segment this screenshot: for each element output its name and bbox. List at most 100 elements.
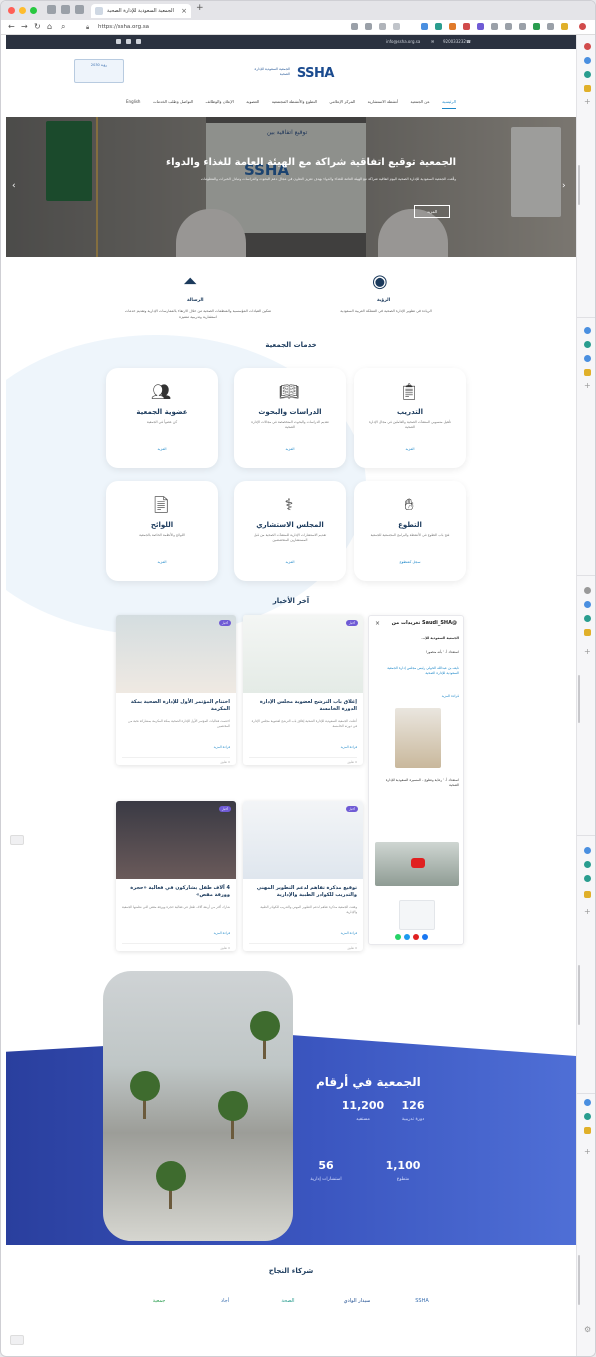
- twitter-share-icon[interactable]: [404, 934, 410, 940]
- news-title[interactable]: إغلاق باب الترشح لعضوية مجلس الإدارة الد…: [249, 699, 357, 713]
- extension-icon-6[interactable]: [491, 23, 498, 30]
- hero-more-button[interactable]: المزيد: [414, 205, 450, 218]
- scrollbar[interactable]: [578, 1255, 580, 1305]
- scrollbar[interactable]: [578, 675, 580, 723]
- sidebar-app-icon-11[interactable]: [584, 615, 591, 622]
- youtube-icon[interactable]: [136, 39, 141, 44]
- sidebar-app-icon-7[interactable]: [584, 355, 591, 362]
- nav-jobs[interactable]: الإعلان والوظائف: [205, 99, 233, 109]
- topbar-email[interactable]: info@ssha.org.sa: [386, 37, 420, 46]
- news-card[interactable]: أخبار توقيع مذكرة تفاهم لدعم التطوير الم…: [243, 801, 363, 951]
- news-card[interactable]: أخبار 4 آلاف طفل يشاركون في فعالية «حجرة…: [116, 801, 236, 951]
- extension-icon-8[interactable]: [519, 23, 526, 30]
- topbar-phone[interactable]: 920033232: [443, 37, 466, 46]
- extension-icon-11[interactable]: [561, 23, 568, 30]
- bookmark-icon[interactable]: [393, 23, 400, 30]
- sidebar-app-icon-12[interactable]: [584, 629, 591, 636]
- partner-logo[interactable]: الصحة: [268, 1293, 308, 1309]
- nav-media[interactable]: المركز الإعلامي: [329, 99, 355, 109]
- back-icon[interactable]: ←: [8, 22, 15, 31]
- service-link[interactable]: المزيد: [234, 560, 346, 564]
- new-tab-button[interactable]: +: [196, 3, 204, 13]
- tab-ssha[interactable]: الجمعية السعودية للإدارة الصحية ×: [91, 4, 191, 18]
- tweet-video[interactable]: [375, 842, 459, 886]
- nav-volunteering[interactable]: التطوع والأنشطة المجتمعية: [272, 99, 317, 109]
- service-card-membership[interactable]: 👥︎ عضوية الجمعية كن عضواً في الجمعية الم…: [106, 368, 218, 468]
- translate-icon[interactable]: [351, 23, 358, 30]
- service-link[interactable]: المزيد: [106, 447, 218, 451]
- extension-icon-2[interactable]: [435, 23, 442, 30]
- nav-about[interactable]: عن الجمعية: [411, 99, 430, 109]
- url-field[interactable]: 🔒︎ https://ssha.org.sa: [86, 22, 336, 33]
- extension-icon-10[interactable]: [547, 23, 554, 30]
- instagram-icon[interactable]: [126, 39, 131, 44]
- profile-icon[interactable]: [579, 23, 586, 30]
- play-icon[interactable]: [411, 858, 425, 868]
- sidebar-add-icon-4[interactable]: +: [584, 907, 591, 916]
- partner-logo[interactable]: سيدار الوادي: [334, 1293, 380, 1309]
- share-icon[interactable]: [379, 23, 386, 30]
- search-icon[interactable]: ⌕: [61, 22, 65, 32]
- news-read-more[interactable]: قراءة المزيد: [214, 745, 230, 749]
- news-title[interactable]: اختتام المؤتمر الأول للإدارة الصحية بمكة…: [122, 699, 230, 713]
- nav-contact[interactable]: التواصل وطلب الخدمات: [153, 99, 193, 109]
- sidebar-app-icon-19[interactable]: [584, 1127, 591, 1134]
- sidebar-app-icon-2[interactable]: [584, 57, 591, 64]
- shield-icon[interactable]: [47, 5, 56, 14]
- sidebar-icon[interactable]: [75, 5, 84, 14]
- minimize-window-button[interactable]: [19, 7, 26, 14]
- service-card-council[interactable]: ⚕︎ المجلس الاستشاري تقديم الاستشارات الإ…: [234, 481, 346, 581]
- extension-icon-9[interactable]: [533, 23, 540, 30]
- news-read-more[interactable]: قراءة المزيد: [214, 931, 230, 935]
- scrollbar[interactable]: [578, 965, 580, 1025]
- service-link[interactable]: سجل كمتطوع: [354, 560, 466, 564]
- sidebar-app-icon-13[interactable]: [584, 847, 591, 854]
- extension-icon-1[interactable]: [421, 23, 428, 30]
- scrollbar[interactable]: [578, 165, 580, 205]
- twitter-close-icon[interactable]: ×: [375, 620, 380, 627]
- sidebar-app-icon-10[interactable]: [584, 601, 591, 608]
- sidebar-app-icon-9[interactable]: [584, 587, 591, 594]
- sidebar-app-icon-18[interactable]: [584, 1113, 591, 1120]
- nav-consulting[interactable]: أنشطة الاستشارية: [368, 99, 398, 109]
- sidebar-app-icon-4[interactable]: [584, 85, 591, 92]
- extension-icon-7[interactable]: [505, 23, 512, 30]
- service-card-research[interactable]: 📖︎ الدراسات والبحوث تقديم الدراسات والبح…: [234, 368, 346, 468]
- sidebar-add-icon-2[interactable]: +: [584, 381, 591, 390]
- next-slide-icon[interactable]: ›: [562, 181, 566, 191]
- news-read-more[interactable]: قراءة المزيد: [341, 745, 357, 749]
- partner-logo[interactable]: جمعية: [142, 1293, 176, 1309]
- sidebar-add-icon-5[interactable]: +: [584, 1147, 591, 1156]
- zoom-icon[interactable]: [365, 23, 372, 30]
- tweet-read-more[interactable]: قراءة المزيد: [375, 694, 459, 699]
- facebook-share-icon[interactable]: [422, 934, 428, 940]
- close-tab-icon[interactable]: ×: [181, 4, 187, 18]
- extension-icon-4[interactable]: [463, 23, 470, 30]
- sidebar-app-icon-17[interactable]: [584, 1099, 591, 1106]
- sidebar-app-icon-16[interactable]: [584, 891, 591, 898]
- sidebar-app-icon-15[interactable]: [584, 875, 591, 882]
- service-link[interactable]: المزيد: [106, 560, 218, 564]
- extension-icon-3[interactable]: [449, 23, 456, 30]
- sidebar-settings-icon[interactable]: ⚙: [584, 1325, 591, 1334]
- forward-icon[interactable]: →: [21, 22, 28, 31]
- service-card-volunteer[interactable]: ✋︎ التطوع فتح باب التطوع في الأنشطة والب…: [354, 481, 466, 581]
- sidebar-app-icon-8[interactable]: [584, 369, 591, 376]
- home-icon[interactable]: ⌂: [47, 22, 52, 31]
- extension-icon-5[interactable]: [477, 23, 484, 30]
- close-window-button[interactable]: [8, 7, 15, 14]
- sidebar-app-icon-5[interactable]: [584, 327, 591, 334]
- sidebar-add-icon-3[interactable]: +: [584, 647, 591, 656]
- youtube-share-icon[interactable]: [413, 934, 419, 940]
- sidebar-app-icon-14[interactable]: [584, 861, 591, 868]
- nav-english[interactable]: English: [126, 99, 140, 109]
- partner-logo[interactable]: SSHA: [404, 1293, 440, 1309]
- news-card[interactable]: أخبار اختتام المؤتمر الأول للإدارة الصحي…: [116, 615, 236, 765]
- service-link[interactable]: المزيد: [234, 447, 346, 451]
- reload-icon[interactable]: ↻: [34, 22, 41, 31]
- maximize-window-button[interactable]: [30, 7, 37, 14]
- service-card-regulations[interactable]: 📄︎ اللوائح اللوائح والأنظمة الخاصة بالجم…: [106, 481, 218, 581]
- news-title[interactable]: توقيع مذكرة تفاهم لدعم التطوير المهني وا…: [249, 885, 357, 899]
- prev-slide-icon[interactable]: ‹: [12, 181, 16, 191]
- nav-membership[interactable]: العضوية: [246, 99, 259, 109]
